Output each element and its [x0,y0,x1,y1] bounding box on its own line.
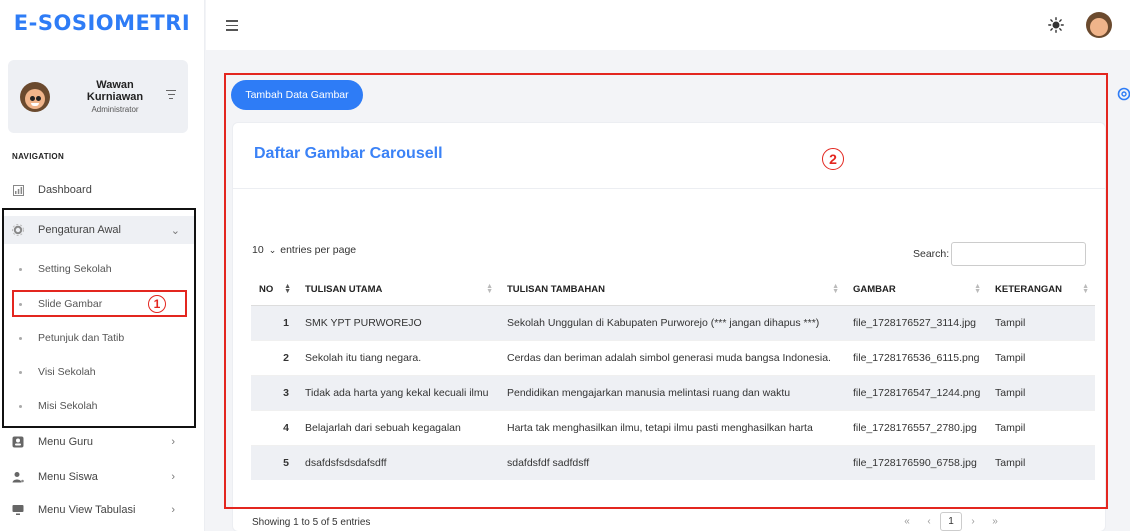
user-card[interactable]: Wawan Kurniawan Administrator [8,60,188,133]
user-card-icon [12,436,24,448]
chevron-right-icon: › [171,504,175,516]
sidebar-item-label: Menu View Tabulasi [38,504,136,516]
sidebar-item-menu-siswa[interactable]: Menu Siswa › [0,463,205,491]
chart-icon [12,184,24,196]
pager-next[interactable]: › [962,516,984,527]
sidebar-item-menu-view-tabulasi[interactable]: Menu View Tabulasi › [0,496,205,524]
student-icon [12,471,24,483]
sidebar-item-label: Menu Siswa [38,471,98,483]
avatar[interactable] [1086,12,1112,38]
user-name: Wawan Kurniawan [86,79,144,103]
pager-first[interactable]: « [896,516,918,527]
app-logo[interactable]: E-SOSIOMETRI [0,0,204,46]
pagination: « ‹ 1 › » [896,512,1006,531]
user-role: Administrator [91,105,139,114]
topbar [206,0,1130,50]
filter-icon[interactable] [166,90,176,102]
annotation-box-black [2,208,196,428]
pager-last[interactable]: » [984,516,1006,527]
sidebar-item-menu-guru[interactable]: Menu Guru › [0,428,205,456]
sidebar-item-label: Dashboard [38,184,92,196]
sidebar-item-label: Menu Guru [38,436,94,448]
settings-gear-icon[interactable] [1116,86,1130,107]
chevron-right-icon: › [171,436,175,448]
app-root: E-SOSIOMETRI Wawan Kurniawan Administrat… [0,0,1130,531]
pager-prev[interactable]: ‹ [918,516,940,527]
sidebar: E-SOSIOMETRI Wawan Kurniawan Administrat… [0,0,205,531]
sidebar-item-dashboard[interactable]: Dashboard [0,176,205,204]
hamburger-menu-icon[interactable] [226,20,238,34]
sun-icon[interactable] [1048,17,1064,33]
table-info: Showing 1 to 5 of 5 entries [252,517,371,528]
pager-current-page[interactable]: 1 [940,512,962,531]
annotation-marker-1: 1 [148,295,166,313]
monitor-icon [12,504,24,516]
annotation-box-2 [224,73,1108,509]
avatar [20,81,50,112]
annotation-marker-2: 2 [822,148,844,170]
nav-heading: NAVIGATION [12,152,65,161]
chevron-right-icon: › [171,471,175,483]
